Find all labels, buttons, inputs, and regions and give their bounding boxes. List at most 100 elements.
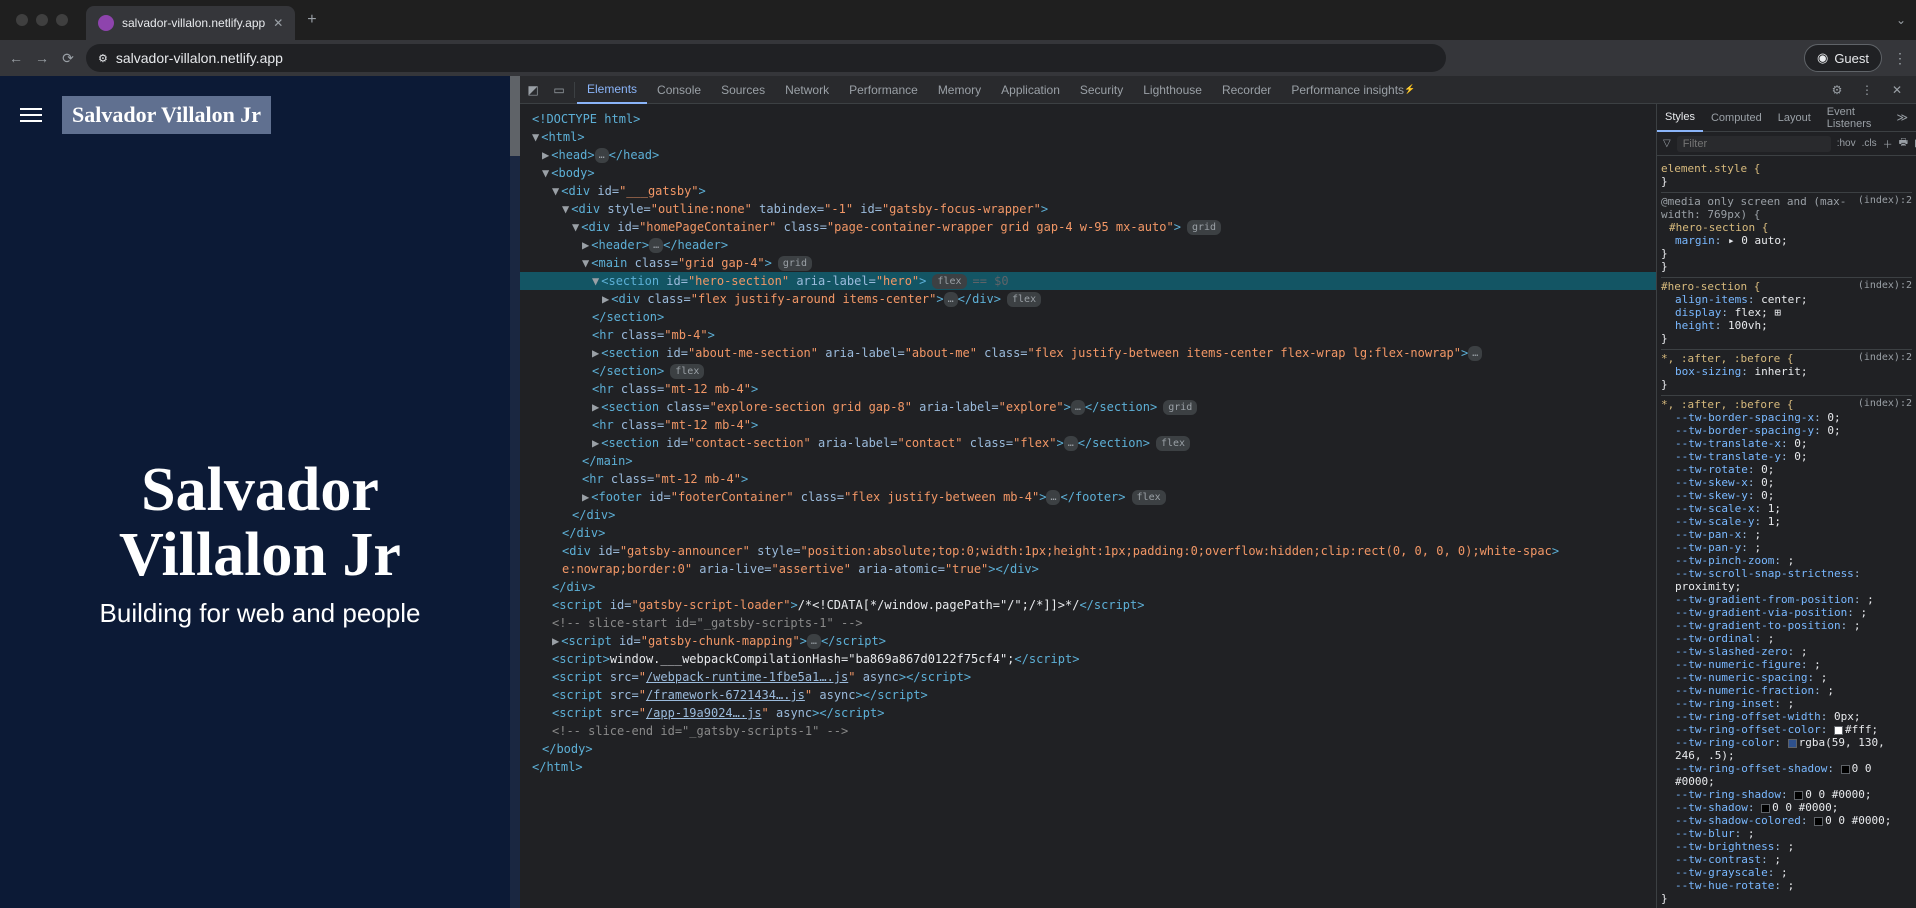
dom-node[interactable]: </main> [520,452,1656,470]
devtools-tab-recorder[interactable]: Recorder [1212,76,1281,104]
kebab-icon[interactable]: ⋮ [1854,83,1880,97]
hero-title: Salvador Villalon Jr [0,458,520,588]
styles-rules[interactable]: element.style {}(index):2@media only scr… [1657,156,1916,908]
elements-tree[interactable]: <!DOCTYPE html>▼<html>▶<head>…</head>▼<b… [520,104,1656,908]
sidebar-tab-computed[interactable]: Computed [1703,104,1770,132]
css-rule[interactable]: element.style {} [1661,160,1912,193]
chevron-down-icon[interactable]: ⌄ [1896,13,1916,27]
guest-profile-button[interactable]: ◉ Guest [1804,44,1882,72]
sidebar-tab-layout[interactable]: Layout [1770,104,1819,132]
kebab-menu-icon[interactable]: ⋮ [1892,50,1908,66]
dom-node[interactable]: <script src="/framework-6721434….js" asy… [520,686,1656,704]
styles-toolbar: ▽ :hov .cls ＋ 🖶 ◧ [1657,132,1916,156]
toolbar: ← → ⟳ ⚙ salvador-villalon.netlify.app ◉ … [0,40,1916,76]
dom-node[interactable]: ▼<body> [520,164,1656,182]
styles-filter-input[interactable] [1677,136,1831,152]
dom-node[interactable]: ▼<main class="grid gap-4">grid [520,254,1656,272]
styles-sidebar: StylesComputedLayoutEvent Listeners≫ ▽ :… [1656,104,1916,908]
hov-toggle[interactable]: :hov [1837,138,1856,149]
css-rule[interactable]: (index):2@media only screen and (max-wid… [1661,193,1912,278]
dom-node[interactable]: <script id="gatsby-script-loader">/*<!CD… [520,596,1656,614]
scrollbar[interactable] [510,76,520,908]
close-devtools-icon[interactable]: ✕ [1884,83,1910,97]
dom-node[interactable]: ▶<footer id="footerContainer" class="fle… [520,488,1656,506]
dom-node[interactable]: </div> [520,578,1656,596]
dom-node[interactable]: ▼<html> [520,128,1656,146]
dom-node[interactable]: <hr class="mb-4"> [520,326,1656,344]
page-content: Salvador Villalon Jr Salvador Villalon J… [0,76,520,908]
dom-node[interactable]: ▶<script id="gatsby-chunk-mapping">…</sc… [520,632,1656,650]
inspect-icon[interactable]: ◩ [520,83,546,97]
print-icon[interactable]: 🖶 [1899,135,1908,152]
dom-node[interactable]: ▶<section id="about-me-section" aria-lab… [520,344,1656,362]
dom-node[interactable]: ▶<section id="contact-section" aria-labe… [520,434,1656,452]
dom-node[interactable]: ▶<header>…</header> [520,236,1656,254]
forward-icon[interactable]: → [34,50,50,66]
dom-node[interactable]: <script>window.___webpackCompilationHash… [520,650,1656,668]
gear-icon[interactable]: ⚙ [1824,83,1850,97]
devtools-tab-lighthouse[interactable]: Lighthouse [1133,76,1212,104]
dom-node[interactable]: <hr class="mt-12 mb-4"> [520,380,1656,398]
devtools-tab-elements[interactable]: Elements [577,76,647,104]
close-window-icon[interactable] [16,14,28,26]
devtools-tab-bar: ◩ ▭ ElementsConsoleSourcesNetworkPerform… [520,76,1916,104]
url-text: salvador-villalon.netlify.app [116,50,283,66]
cls-toggle[interactable]: .cls [1862,138,1877,149]
dom-node[interactable]: </section> [520,308,1656,326]
devtools-tab-performance[interactable]: Performance [839,76,928,104]
dom-node[interactable]: ▼<section id="hero-section" aria-label="… [520,272,1656,290]
sidebar-more-icon[interactable]: ≫ [1888,104,1916,132]
brand-badge[interactable]: Salvador Villalon Jr [62,96,271,134]
dom-node[interactable]: <div id="gatsby-announcer" style="positi… [520,542,1656,560]
address-bar[interactable]: ⚙ salvador-villalon.netlify.app [86,44,1446,72]
reload-icon[interactable]: ⟳ [60,50,76,66]
dom-node[interactable]: <script src="/app-19a9024….js" async></s… [520,704,1656,722]
devtools-tab-memory[interactable]: Memory [928,76,991,104]
dom-node[interactable]: </body> [520,740,1656,758]
close-tab-icon[interactable]: ✕ [273,16,283,30]
window-controls [8,14,76,26]
site-info-icon[interactable]: ⚙ [98,52,108,65]
devtools-tab-security[interactable]: Security [1070,76,1133,104]
dom-node[interactable]: </div> [520,506,1656,524]
styles-sidebar-tabs: StylesComputedLayoutEvent Listeners≫ [1657,104,1916,132]
dom-node[interactable]: </html> [520,758,1656,776]
devtools-tab-performance-insights[interactable]: Performance insights ⚡ [1281,76,1425,104]
dom-node[interactable]: </div> [520,524,1656,542]
minimize-window-icon[interactable] [36,14,48,26]
css-rule[interactable]: (index):2#hero-section {align-items: cen… [1661,278,1912,350]
sidebar-tab-styles[interactable]: Styles [1657,104,1703,132]
devtools-tab-console[interactable]: Console [647,76,711,104]
devtools-tab-network[interactable]: Network [775,76,839,104]
css-rule[interactable]: (index):2*, :after, :before {box-sizing:… [1661,350,1912,396]
back-icon[interactable]: ← [8,50,24,66]
dom-node[interactable]: ▼<div id="___gatsby"> [520,182,1656,200]
dom-node[interactable]: <!-- slice-start id="_gatsby-scripts-1" … [520,614,1656,632]
sidebar-tab-event-listeners[interactable]: Event Listeners [1819,104,1889,132]
dom-node[interactable]: <hr class="mt-12 mb-4"> [520,416,1656,434]
dom-node[interactable]: <hr class="mt-12 mb-4"> [520,470,1656,488]
hamburger-menu-icon[interactable] [20,108,42,122]
dom-node[interactable]: ▼<div style="outline:none" tabindex="-1"… [520,200,1656,218]
dom-node[interactable]: ▶<div class="flex justify-around items-c… [520,290,1656,308]
tab-title: salvador-villalon.netlify.app [122,16,265,30]
device-toggle-icon[interactable]: ▭ [546,83,572,97]
dom-node[interactable]: </section>flex [520,362,1656,380]
dom-node[interactable]: ▶<section class="explore-section grid ga… [520,398,1656,416]
devtools-tab-sources[interactable]: Sources [711,76,775,104]
dom-node[interactable]: ▶<head>…</head> [520,146,1656,164]
zoom-window-icon[interactable] [56,14,68,26]
dom-node[interactable]: <script src="/webpack-runtime-1fbe5a1….j… [520,668,1656,686]
add-rule-icon[interactable]: ＋ [1883,136,1893,151]
css-rule[interactable]: (index):2*, :after, :before {--tw-border… [1661,396,1912,908]
browser-tab[interactable]: salvador-villalon.netlify.app ✕ [86,6,295,40]
person-icon: ◉ [1817,50,1828,66]
dom-node[interactable]: <!DOCTYPE html> [520,110,1656,128]
devtools-tab-application[interactable]: Application [991,76,1070,104]
hero-title-line2: Villalon Jr [119,521,401,589]
dom-node[interactable]: ▼<div id="homePageContainer" class="page… [520,218,1656,236]
filter-icon: ▽ [1663,138,1671,149]
new-tab-button[interactable]: + [307,11,316,29]
dom-node[interactable]: <!-- slice-end id="_gatsby-scripts-1" --… [520,722,1656,740]
dom-node[interactable]: e:nowrap;border:0" aria-live="assertive"… [520,560,1656,578]
